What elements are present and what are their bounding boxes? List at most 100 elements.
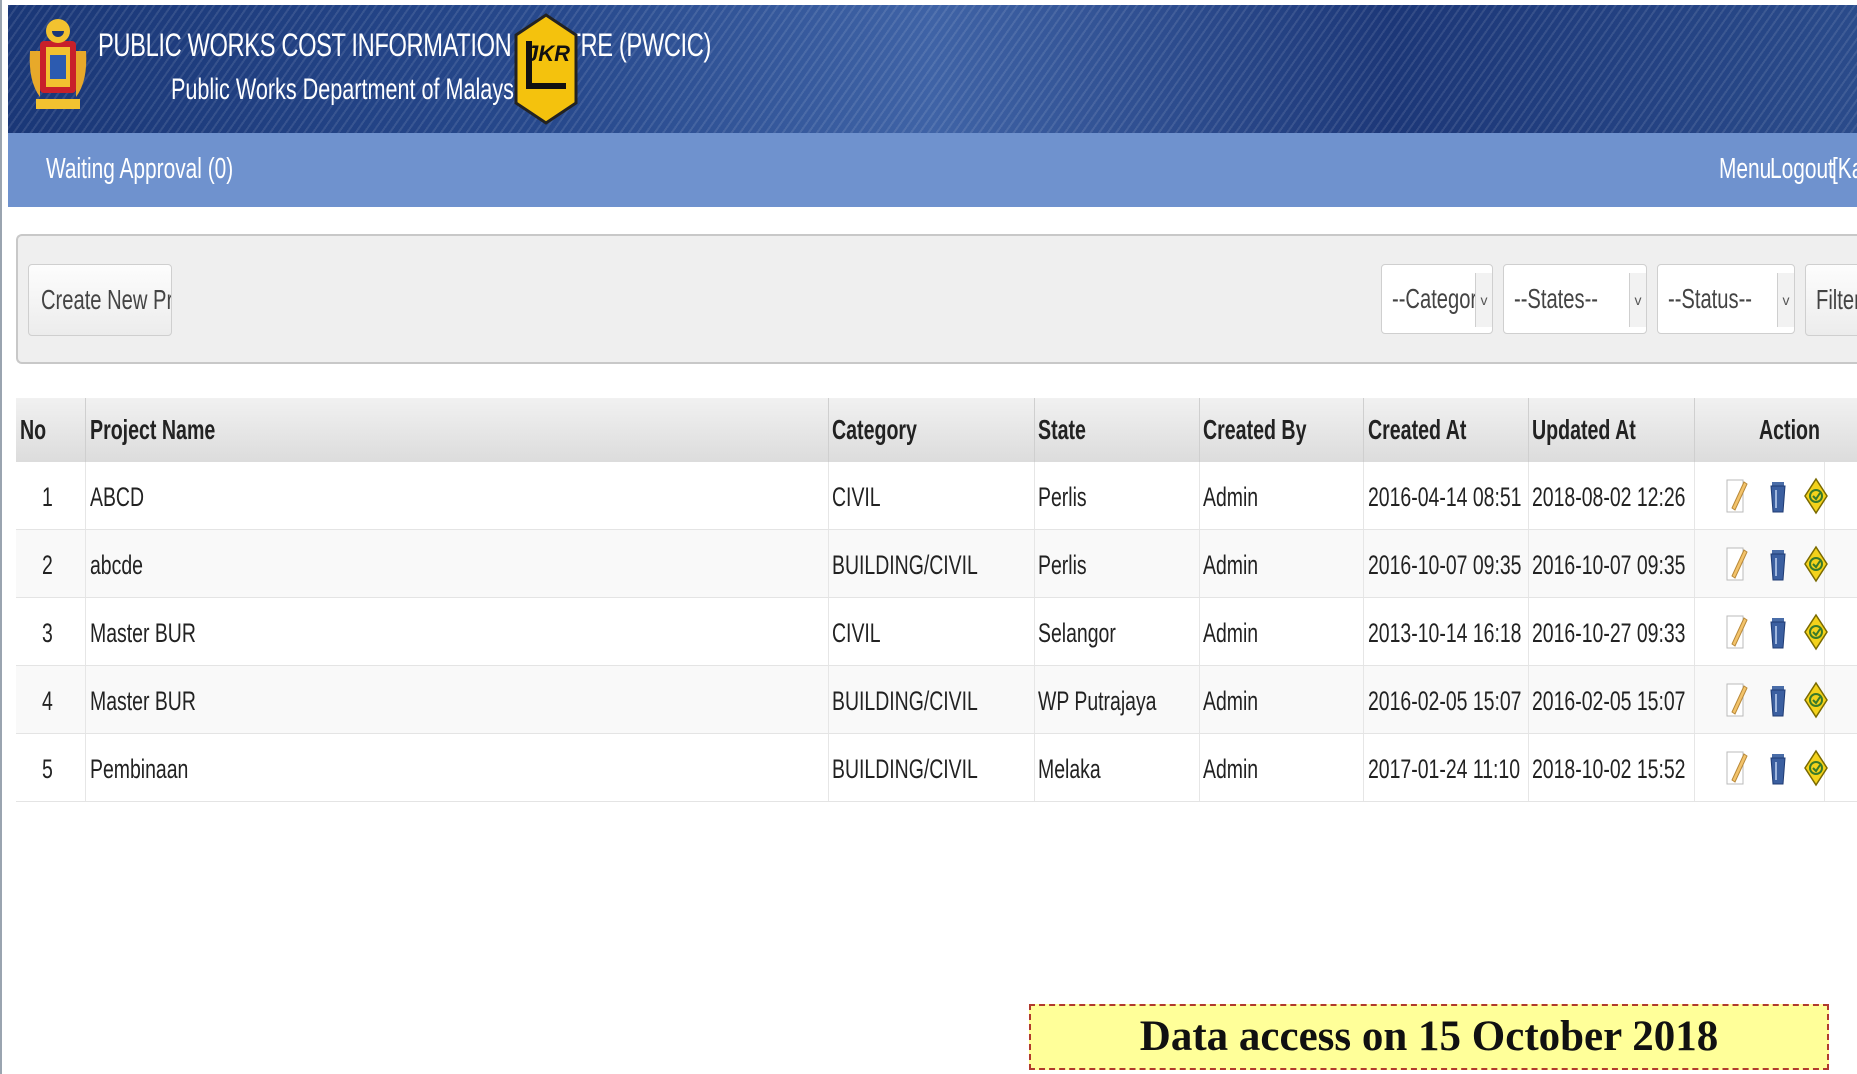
cell-no: 1 [42,482,53,512]
chevron-down-icon: v [1777,273,1794,327]
cell-updated-at: 2018-10-02 15:52 [1532,754,1686,784]
malaysia-crest-icon [29,19,87,109]
create-new-project-label: Create New Project [41,284,171,315]
column-divider [1034,734,1035,801]
cell-state: WP Putrajaya [1038,686,1157,716]
site-subtitle: Public Works Department of Malaysia [171,73,531,106]
edit-icon[interactable] [1724,476,1750,516]
column-divider [1694,598,1695,665]
cell-name: ABCD [90,482,145,512]
column-divider [1034,666,1035,733]
delete-icon[interactable] [1765,612,1791,652]
cell-name: Master BUR [90,618,196,648]
column-divider [1528,598,1529,665]
header-banner: PUBLIC WORKS COST INFORMATION CENTRE (PW… [8,5,1857,133]
cell-no: 5 [42,754,53,784]
submit-icon[interactable] [1803,476,1829,516]
col-header-action: Action [1759,414,1820,445]
column-divider [1694,666,1695,733]
submit-icon[interactable] [1803,680,1829,720]
column-divider [1528,530,1529,597]
edit-icon[interactable] [1724,544,1750,584]
category-select[interactable]: --Category-- v [1381,264,1493,334]
column-divider [1199,598,1200,665]
table-header: No Project Name Category State Created B… [16,398,1857,462]
column-divider [1363,530,1364,597]
column-divider [85,462,86,529]
submit-icon[interactable] [1803,544,1829,584]
delete-icon[interactable] [1765,680,1791,720]
cell-state: Perlis [1038,550,1087,580]
states-select[interactable]: --States-- v [1503,264,1647,334]
cell-name: Pembinaan [90,754,189,784]
column-divider [828,598,829,665]
cell-category: CIVIL [832,482,881,512]
col-header-created-by: Created By [1203,414,1307,445]
delete-icon[interactable] [1765,544,1791,584]
table-row: 3 Master BUR CIVIL Selangor Admin 2013-10-14 … [16,598,1857,666]
col-header-category: Category [832,414,917,445]
cell-updated-at: 2016-10-07 09:35 [1532,550,1686,580]
states-select-value: --States-- [1514,283,1599,314]
projects-table: No Project Name Category State Created B… [16,398,1857,802]
create-new-project-button[interactable]: Create New Project [28,264,172,336]
cell-state: Melaka [1038,754,1101,784]
logout-link[interactable]: Logout [1770,153,1834,186]
column-divider [1199,462,1200,529]
col-header-project-name: Project Name [90,414,216,445]
cell-created-by: Admin [1203,550,1259,580]
column-divider [1363,598,1364,665]
table-row: 2 abcde BUILDING/CIVIL Perlis Admin 2016-10-0… [16,530,1857,598]
cell-category: BUILDING/CIVIL [832,754,978,784]
edit-icon[interactable] [1724,680,1750,720]
cell-no: 3 [42,618,53,648]
cell-created-at: 2016-10-07 09:35 [1368,550,1522,580]
cell-updated-at: 2018-08-02 12:26 [1532,482,1686,512]
column-divider [1528,398,1529,462]
submit-icon[interactable] [1803,748,1829,788]
column-divider [828,462,829,529]
column-divider [828,666,829,733]
column-divider [1199,530,1200,597]
col-header-updated-at: Updated At [1532,414,1636,445]
column-divider [1199,734,1200,801]
jkr-logo-icon: JKR [514,13,578,125]
waiting-approval-link[interactable]: Waiting Approval (0) [46,153,233,186]
column-divider [828,398,829,462]
edit-icon[interactable] [1724,748,1750,788]
submit-icon[interactable] [1803,612,1829,652]
cell-category: BUILDING/CIVIL [832,686,978,716]
nav-bar: Waiting Approval (0) Menu Logout [Kaz [8,133,1857,207]
column-divider [85,734,86,801]
data-access-note: Data access on 15 October 2018 [1029,1004,1829,1070]
delete-icon[interactable] [1765,476,1791,516]
column-divider [1363,734,1364,801]
chevron-down-icon: v [1475,273,1492,327]
cell-created-at: 2017-01-24 11:10 [1368,754,1521,784]
filter-label: Filter [1816,284,1857,315]
column-divider [1199,666,1200,733]
toolbar-panel: Create New Project --Category-- v --Stat… [16,234,1857,364]
status-select-value: --Status-- [1668,283,1753,314]
table-row: 5 Pembinaan BUILDING/CIVIL Melaka Admin 2017-… [16,734,1857,802]
table-row: 1 ABCD CIVIL Perlis Admin 2016-04-14 08:51 201… [16,462,1857,530]
cell-name: Master BUR [90,686,196,716]
column-divider [1363,666,1364,733]
column-divider [1363,398,1364,462]
cell-created-at: 2013-10-14 16:18 [1368,618,1522,648]
cell-state: Perlis [1038,482,1087,512]
site-title: PUBLIC WORKS COST INFORMATION CENTRE (PW… [98,27,712,63]
column-divider [1199,398,1200,462]
cell-no: 4 [42,686,53,716]
menu-link-visible[interactable]: Menu [1719,153,1771,186]
column-divider [85,666,86,733]
filter-button[interactable]: Filter [1805,264,1857,336]
status-select[interactable]: --Status-- v [1657,264,1795,334]
table-body: 1 ABCD CIVIL Perlis Admin 2016-04-14 08:51 201… [16,462,1857,802]
column-divider [85,530,86,597]
delete-icon[interactable] [1765,748,1791,788]
chevron-down-icon: v [1629,273,1646,327]
cell-name: abcde [90,550,143,580]
column-divider [1694,398,1695,462]
edit-icon[interactable] [1724,612,1750,652]
